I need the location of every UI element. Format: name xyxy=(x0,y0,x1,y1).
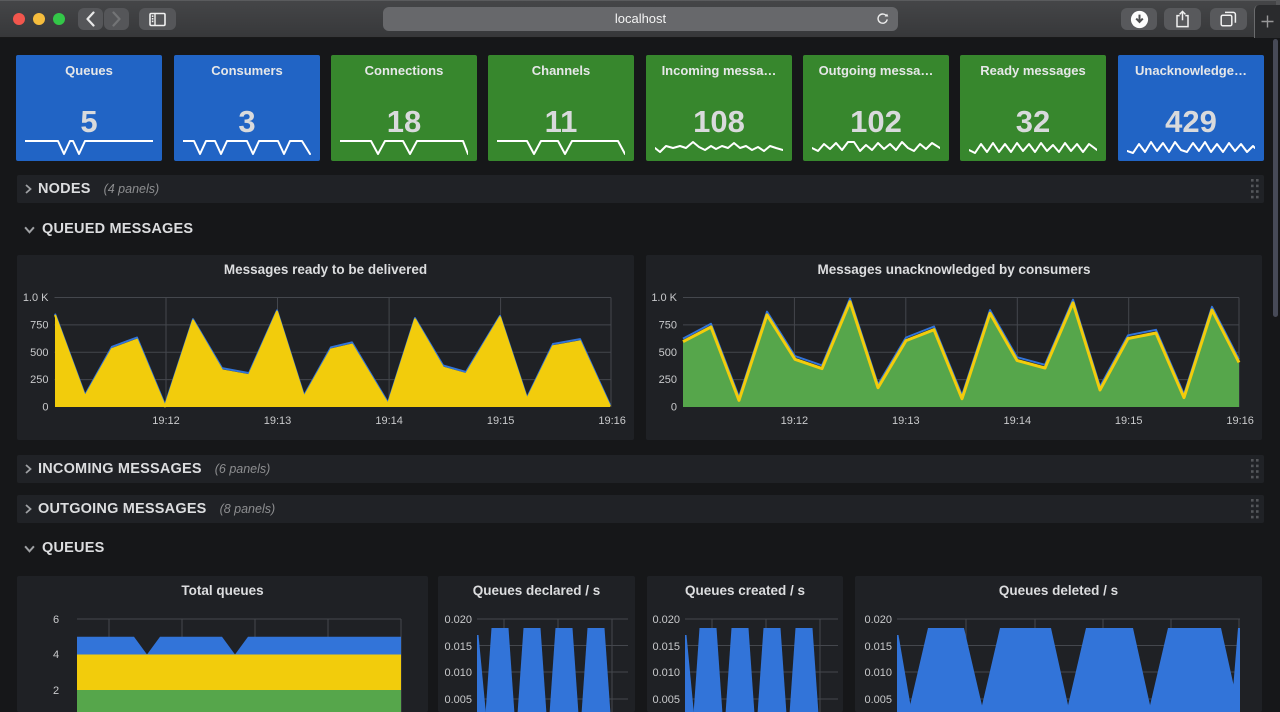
svg-text:19:12: 19:12 xyxy=(781,415,809,427)
svg-text:4: 4 xyxy=(53,649,59,661)
svg-text:19:15: 19:15 xyxy=(487,415,515,427)
svg-text:0.010: 0.010 xyxy=(864,667,892,679)
svg-text:0.005: 0.005 xyxy=(444,694,472,706)
svg-text:1.0 K: 1.0 K xyxy=(23,292,49,304)
svg-text:1.0 K: 1.0 K xyxy=(651,292,677,304)
svg-text:750: 750 xyxy=(659,319,677,331)
svg-text:0.005: 0.005 xyxy=(652,694,680,706)
svg-text:0: 0 xyxy=(42,402,48,414)
svg-text:0.010: 0.010 xyxy=(444,667,472,679)
svg-text:2: 2 xyxy=(53,685,59,697)
svg-text:19:13: 19:13 xyxy=(892,415,920,427)
svg-text:0.015: 0.015 xyxy=(652,641,680,653)
svg-text:6: 6 xyxy=(53,614,59,626)
svg-text:19:13: 19:13 xyxy=(264,415,292,427)
svg-text:250: 250 xyxy=(30,374,48,386)
svg-text:500: 500 xyxy=(659,347,677,359)
svg-text:250: 250 xyxy=(659,374,677,386)
svg-text:19:12: 19:12 xyxy=(152,415,180,427)
svg-text:0.020: 0.020 xyxy=(652,614,680,626)
svg-text:19:15: 19:15 xyxy=(1115,415,1143,427)
svg-text:0.020: 0.020 xyxy=(864,614,892,626)
svg-text:19:16: 19:16 xyxy=(598,415,626,427)
svg-text:19:16: 19:16 xyxy=(1226,415,1254,427)
svg-text:0: 0 xyxy=(671,402,677,414)
svg-text:0.005: 0.005 xyxy=(864,694,892,706)
svg-text:0.015: 0.015 xyxy=(444,641,472,653)
svg-text:750: 750 xyxy=(30,319,48,331)
svg-text:500: 500 xyxy=(30,347,48,359)
svg-text:19:14: 19:14 xyxy=(1004,415,1032,427)
svg-text:0.020: 0.020 xyxy=(444,614,472,626)
svg-text:0.015: 0.015 xyxy=(864,641,892,653)
svg-text:0.010: 0.010 xyxy=(652,667,680,679)
svg-text:19:14: 19:14 xyxy=(375,415,403,427)
